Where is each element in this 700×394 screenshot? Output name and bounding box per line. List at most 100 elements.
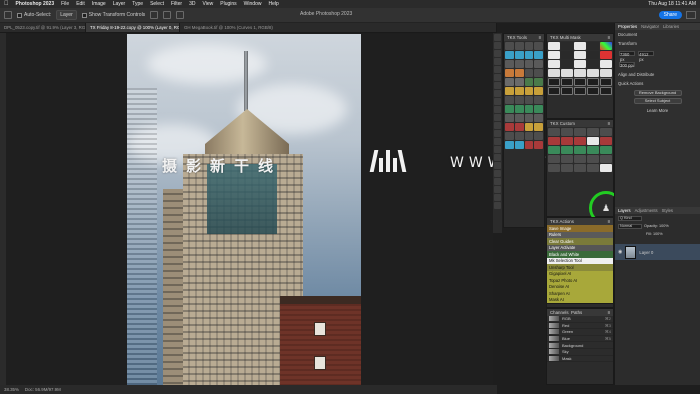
menu-plugins[interactable]: Plugins [220,1,236,7]
channel-row[interactable]: Blue ⌘5 [547,336,613,343]
custom-button[interactable] [574,146,586,154]
menu-icon[interactable]: ≡ [607,35,610,40]
custom-button[interactable] [548,155,560,163]
tool-button[interactable] [514,105,524,113]
panel-icon[interactable] [494,186,501,193]
tool-button[interactable] [524,114,534,122]
menu-icon[interactable]: ≡ [607,310,610,315]
mask-button[interactable] [587,69,599,77]
tool-button[interactable] [505,78,514,86]
height-field[interactable]: 4912 px [638,51,655,62]
mask-button[interactable] [587,42,599,50]
tool-button[interactable] [524,141,534,149]
tab-channels[interactable]: Channels [550,310,569,315]
mask-button[interactable] [600,78,612,86]
select-subject-button[interactable]: Select Subject [633,98,682,104]
mask-button[interactable] [600,69,612,77]
tool-button[interactable] [505,96,514,104]
zoom-level[interactable]: 38.35% [4,387,19,392]
move-tool-icon[interactable] [4,11,12,19]
channel-row[interactable]: Green ⌘4 [547,329,613,336]
panel-icon[interactable] [494,154,501,161]
channel-row[interactable]: RGB ⌘2 [547,316,613,323]
tool-button[interactable] [524,69,534,77]
custom-button[interactable] [600,137,612,145]
custom-button[interactable] [587,146,599,154]
tool-button[interactable] [534,87,543,95]
share-button[interactable]: Share [658,11,682,19]
channel-row[interactable]: Red ⌘3 [547,322,613,330]
tool-button[interactable] [524,105,534,113]
custom-button[interactable] [587,155,599,163]
tool-button[interactable] [534,141,543,149]
tab-navigator[interactable]: Navigator [641,24,659,29]
mask-button[interactable] [574,78,586,86]
tool-button[interactable] [534,69,543,77]
tool-button[interactable] [534,123,543,131]
panel-icon[interactable] [494,114,501,121]
tab-styles[interactable]: Styles [662,208,673,213]
panel-icon[interactable] [494,82,501,89]
mask-button[interactable] [561,87,573,95]
channel-row[interactable]: Background [547,342,613,349]
custom-button[interactable] [561,164,573,172]
mask-button[interactable] [561,51,573,59]
layer-row[interactable]: ◉ Layer 0 [615,244,700,260]
tool-button[interactable] [505,105,514,113]
menu-icon[interactable]: ≡ [538,35,541,40]
align-left-icon[interactable] [150,11,159,19]
mask-button[interactable] [561,42,573,50]
mask-button[interactable] [548,69,560,77]
tool-button[interactable] [505,114,514,122]
tab-libraries[interactable]: Libraries [663,24,679,29]
tool-button[interactable] [514,60,524,68]
custom-button[interactable] [574,137,586,145]
doc-info[interactable]: Doc: 56.9M/97.9M [25,387,61,392]
panel-icon[interactable] [494,122,501,129]
custom-button[interactable] [587,128,599,136]
mask-button[interactable] [600,42,612,50]
align-right-icon[interactable] [176,11,185,19]
fill[interactable]: Fill: 100% [646,232,663,236]
tool-button[interactable] [514,123,524,131]
tool-button[interactable] [534,78,543,86]
custom-button[interactable] [561,137,573,145]
tool-button[interactable] [514,96,524,104]
custom-button[interactable] [548,128,560,136]
panel-icon[interactable] [494,106,501,113]
tab-properties[interactable]: Properties [618,24,637,29]
tool-button[interactable] [505,132,514,140]
user-icon[interactable]: ♟ [599,201,613,215]
tool-button[interactable] [524,132,534,140]
tool-button[interactable] [534,114,543,122]
panel-icon[interactable] [494,58,501,65]
tab-paths[interactable]: Paths [571,310,582,315]
doc-tab[interactable]: DPL_0523.copy.tif @ 91.9% (Layer 3, RGB/… [0,23,86,32]
tool-button[interactable] [524,87,534,95]
mask-button[interactable] [600,87,612,95]
menu-3d[interactable]: 3D [189,1,195,7]
tool-button[interactable] [524,60,534,68]
mask-button[interactable] [574,51,586,59]
panel-icon[interactable] [494,130,501,137]
channel-row[interactable]: Sky [547,349,613,356]
custom-button[interactable] [561,155,573,163]
mask-button[interactable] [574,42,586,50]
custom-button[interactable] [587,137,599,145]
tool-button[interactable] [534,42,543,50]
tool-button[interactable] [505,60,514,68]
custom-button[interactable] [600,146,612,154]
mask-button[interactable] [574,87,586,95]
tool-button[interactable] [524,51,534,59]
doc-tab-active[interactable]: TX Friday 8-19-22.copy @ 100% (Layer 0, … [86,23,180,32]
panel-icon[interactable] [494,170,501,177]
menu-edit[interactable]: Edit [76,1,85,7]
learn-more-link[interactable]: Learn More [615,106,700,115]
custom-button[interactable] [561,128,573,136]
tool-button[interactable] [514,141,524,149]
mask-button[interactable] [574,60,586,68]
tool-button[interactable] [524,42,534,50]
action-item[interactable]: Mask AI [547,296,613,303]
align-center-icon[interactable] [163,11,172,19]
mask-button[interactable] [587,51,599,59]
